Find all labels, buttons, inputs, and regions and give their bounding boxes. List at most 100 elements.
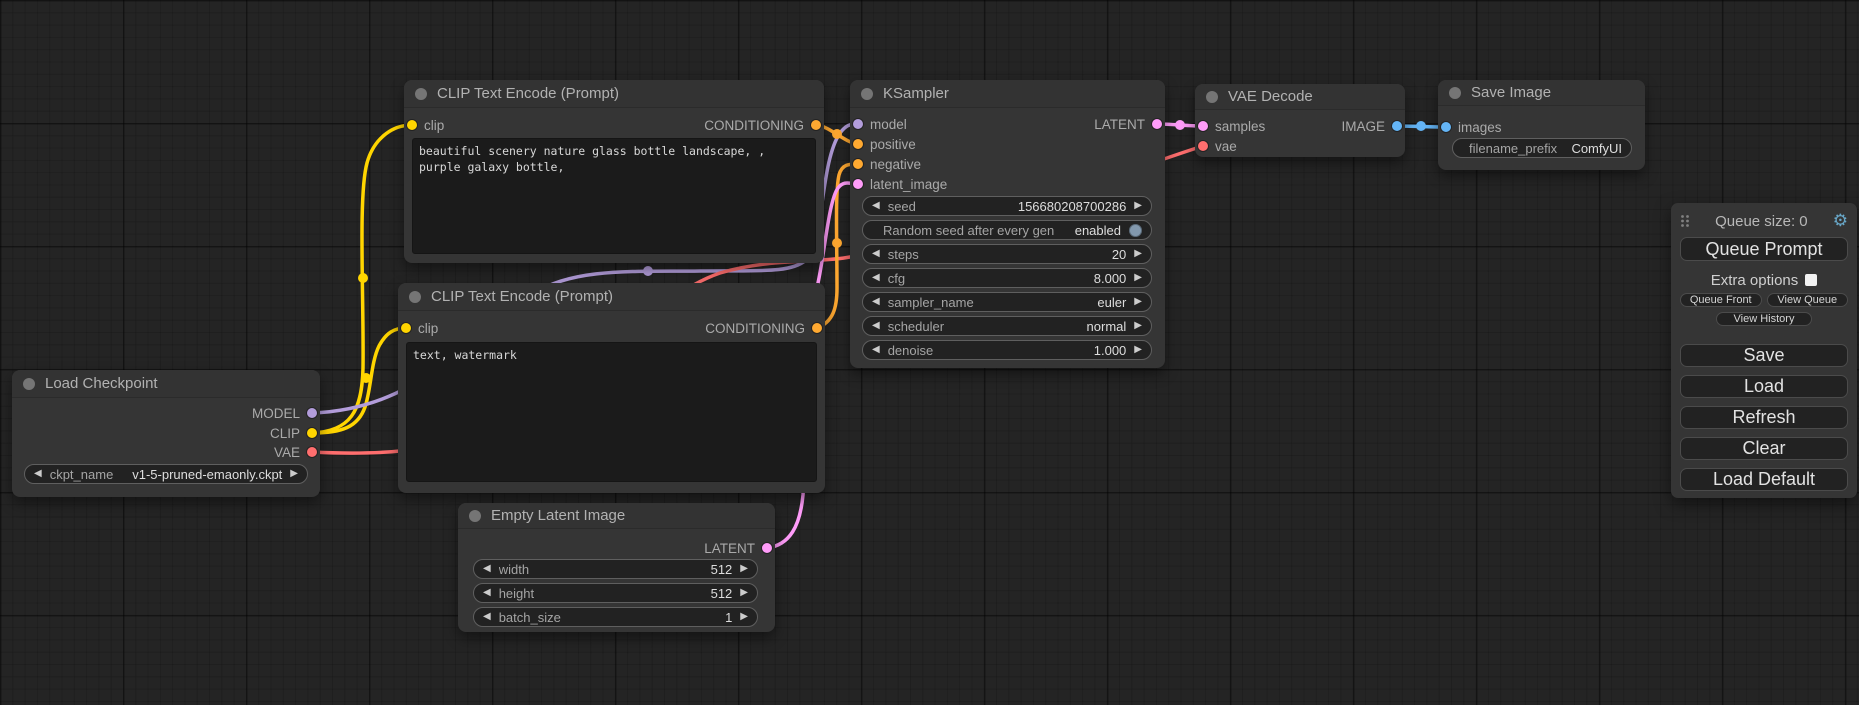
output-port-latent[interactable] xyxy=(762,543,772,553)
queue-prompt-button[interactable]: Queue Prompt xyxy=(1680,237,1848,261)
graph-canvas[interactable]: Load Checkpoint MODEL CLIP VAE ◀ ckpt_na… xyxy=(0,0,1859,705)
input-port-negative[interactable] xyxy=(853,159,863,169)
input-port-images[interactable] xyxy=(1441,122,1451,132)
output-slot-model: MODEL xyxy=(252,405,317,421)
output-port-vae[interactable] xyxy=(307,447,317,457)
node-title-bar[interactable]: VAE Decode xyxy=(1195,84,1405,110)
decrement-arrow-icon[interactable]: ◀ xyxy=(872,273,880,283)
steps-widget[interactable]: ◀ steps 20 ▶ xyxy=(862,244,1152,264)
output-port-image[interactable] xyxy=(1392,121,1402,131)
random-seed-toggle-widget[interactable]: Random seed after every gen enabled xyxy=(862,220,1152,240)
output-label: CONDITIONING xyxy=(705,321,805,336)
scheduler-widget[interactable]: ◀ scheduler normal ▶ xyxy=(862,316,1152,336)
denoise-widget[interactable]: ◀ denoise 1.000 ▶ xyxy=(862,340,1152,360)
node-title: CLIP Text Encode (Prompt) xyxy=(437,85,619,102)
output-label: LATENT xyxy=(704,541,755,556)
load-default-button[interactable]: Load Default xyxy=(1680,468,1848,491)
settings-gear-icon[interactable]: ⚙ xyxy=(1833,213,1848,230)
collapse-dot-icon[interactable] xyxy=(1206,91,1218,103)
node-title-bar[interactable]: Save Image xyxy=(1438,80,1645,106)
decrement-arrow-icon[interactable]: ◀ xyxy=(483,564,491,574)
node-ksampler[interactable]: KSampler model positive negative latent_… xyxy=(850,80,1165,368)
decrement-arrow-icon[interactable]: ◀ xyxy=(872,345,880,355)
increment-arrow-icon[interactable]: ▶ xyxy=(1134,345,1142,355)
width-widget[interactable]: ◀ width 512 ▶ xyxy=(473,559,758,579)
collapse-dot-icon[interactable] xyxy=(861,88,873,100)
decrement-arrow-icon[interactable]: ◀ xyxy=(872,297,880,307)
view-history-button[interactable]: View History xyxy=(1716,312,1812,326)
widget-label: batch_size xyxy=(499,610,561,625)
node-title-bar[interactable]: KSampler xyxy=(850,80,1165,108)
decrement-arrow-icon[interactable]: ◀ xyxy=(34,469,42,479)
queue-front-button[interactable]: Queue Front xyxy=(1680,293,1762,307)
filename-prefix-widget[interactable]: filename_prefix ComfyUI xyxy=(1452,138,1632,158)
output-port-conditioning[interactable] xyxy=(812,323,822,333)
increment-arrow-icon[interactable]: ▶ xyxy=(1134,201,1142,211)
output-port-conditioning[interactable] xyxy=(811,120,821,130)
extra-options-checkbox[interactable] xyxy=(1805,274,1817,286)
input-port-vae[interactable] xyxy=(1198,141,1208,151)
load-button[interactable]: Load xyxy=(1680,375,1848,398)
collapse-dot-icon[interactable] xyxy=(23,378,35,390)
collapse-dot-icon[interactable] xyxy=(415,88,427,100)
cfg-widget[interactable]: ◀ cfg 8.000 ▶ xyxy=(862,268,1152,288)
prompt-textarea[interactable]: text, watermark xyxy=(406,342,817,482)
node-title-bar[interactable]: Load Checkpoint xyxy=(12,370,320,398)
view-queue-button[interactable]: View Queue xyxy=(1767,293,1849,307)
node-title-bar[interactable]: CLIP Text Encode (Prompt) xyxy=(398,283,825,311)
increment-arrow-icon[interactable]: ▶ xyxy=(740,612,748,622)
node-load-checkpoint[interactable]: Load Checkpoint MODEL CLIP VAE ◀ ckpt_na… xyxy=(12,370,320,497)
refresh-button[interactable]: Refresh xyxy=(1680,406,1848,429)
input-port-clip[interactable] xyxy=(401,323,411,333)
increment-arrow-icon[interactable]: ▶ xyxy=(740,588,748,598)
node-save-image[interactable]: Save Image images filename_prefix ComfyU… xyxy=(1438,80,1645,170)
increment-arrow-icon[interactable]: ▶ xyxy=(1134,249,1142,259)
output-port-latent[interactable] xyxy=(1152,119,1162,129)
collapse-dot-icon[interactable] xyxy=(469,510,481,522)
node-vae-decode[interactable]: VAE Decode samples vae IMAGE xyxy=(1195,84,1405,157)
increment-arrow-icon[interactable]: ▶ xyxy=(1134,297,1142,307)
sampler-name-widget[interactable]: ◀ sampler_name euler ▶ xyxy=(862,292,1152,312)
input-slot-samples: samples xyxy=(1198,118,1265,134)
node-clip-text-encode-positive[interactable]: CLIP Text Encode (Prompt) clip CONDITION… xyxy=(404,80,824,263)
clear-button[interactable]: Clear xyxy=(1680,437,1848,460)
output-port-model[interactable] xyxy=(307,408,317,418)
decrement-arrow-icon[interactable]: ◀ xyxy=(483,588,491,598)
input-port-latent-image[interactable] xyxy=(853,179,863,189)
increment-arrow-icon[interactable]: ▶ xyxy=(740,564,748,574)
input-label: samples xyxy=(1215,119,1265,134)
node-empty-latent-image[interactable]: Empty Latent Image LATENT ◀ width 512 ▶ … xyxy=(458,503,775,632)
link-dot xyxy=(643,266,653,276)
increment-arrow-icon[interactable]: ▶ xyxy=(1134,273,1142,283)
toggle-knob-icon[interactable] xyxy=(1129,224,1142,237)
input-port-clip[interactable] xyxy=(407,120,417,130)
input-port-positive[interactable] xyxy=(853,139,863,149)
decrement-arrow-icon[interactable]: ◀ xyxy=(872,201,880,211)
seed-widget[interactable]: ◀ seed 156680208700286 ▶ xyxy=(862,196,1152,216)
widget-value: 156680208700286 xyxy=(1018,199,1126,214)
node-title-bar[interactable]: CLIP Text Encode (Prompt) xyxy=(404,80,824,108)
batch-size-widget[interactable]: ◀ batch_size 1 ▶ xyxy=(473,607,758,627)
collapse-dot-icon[interactable] xyxy=(1449,87,1461,99)
node-clip-text-encode-negative[interactable]: CLIP Text Encode (Prompt) clip CONDITION… xyxy=(398,283,825,493)
link-dot xyxy=(1416,121,1426,131)
prompt-textarea[interactable]: beautiful scenery nature glass bottle la… xyxy=(412,138,816,254)
collapse-dot-icon[interactable] xyxy=(409,291,421,303)
decrement-arrow-icon[interactable]: ◀ xyxy=(483,612,491,622)
link-dot xyxy=(832,129,842,139)
save-button[interactable]: Save xyxy=(1680,344,1848,367)
decrement-arrow-icon[interactable]: ◀ xyxy=(872,321,880,331)
node-title: CLIP Text Encode (Prompt) xyxy=(431,288,613,305)
node-title-bar[interactable]: Empty Latent Image xyxy=(458,503,775,529)
drag-handle-icon[interactable] xyxy=(1680,214,1690,228)
decrement-arrow-icon[interactable]: ◀ xyxy=(872,249,880,259)
link-dot xyxy=(832,238,842,248)
node-title: Empty Latent Image xyxy=(491,507,625,524)
output-port-clip[interactable] xyxy=(307,428,317,438)
input-port-model[interactable] xyxy=(853,119,863,129)
increment-arrow-icon[interactable]: ▶ xyxy=(1134,321,1142,331)
input-port-samples[interactable] xyxy=(1198,121,1208,131)
height-widget[interactable]: ◀ height 512 ▶ xyxy=(473,583,758,603)
increment-arrow-icon[interactable]: ▶ xyxy=(290,469,298,479)
ckpt-name-widget[interactable]: ◀ ckpt_name v1-5-pruned-emaonly.ckpt ▶ xyxy=(24,464,308,484)
